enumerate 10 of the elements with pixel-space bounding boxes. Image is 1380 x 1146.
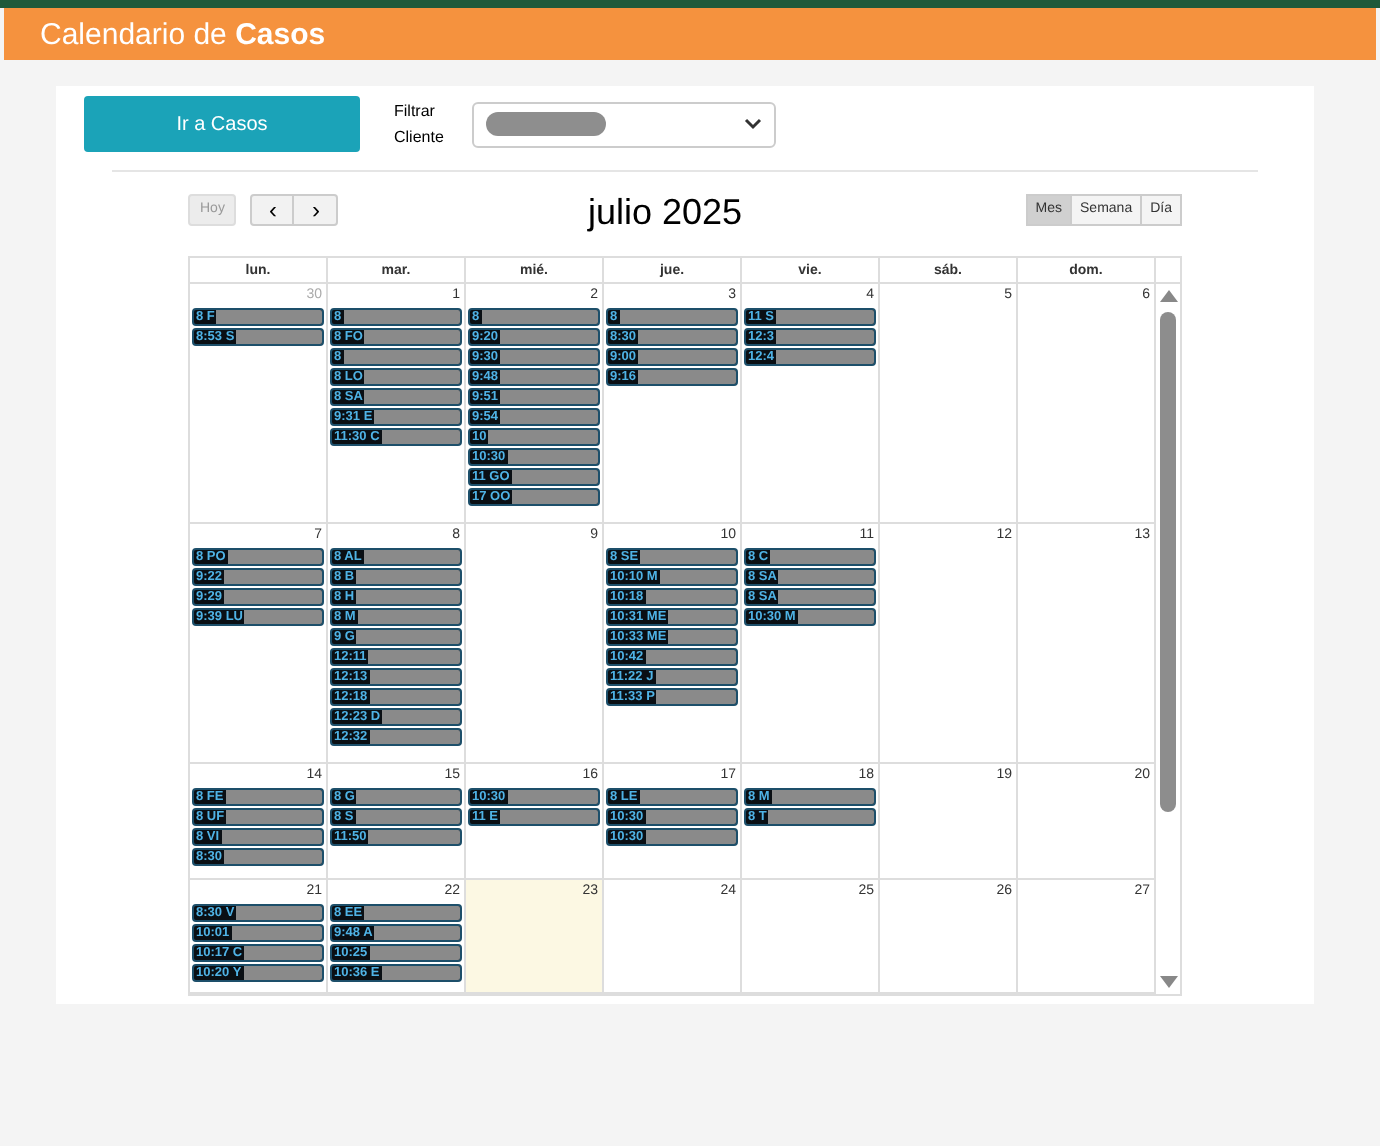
page-title: Calendario de Casos bbox=[40, 19, 326, 49]
scroll-down-icon bbox=[1160, 976, 1178, 988]
client-select[interactable] bbox=[472, 101, 776, 147]
next-button[interactable]: › bbox=[294, 194, 339, 226]
previous-button[interactable]: ‹ bbox=[250, 194, 295, 226]
scrollbar-thumb[interactable] bbox=[1160, 312, 1176, 812]
caret-icon bbox=[744, 118, 762, 130]
scroll-up-icon bbox=[1160, 290, 1178, 302]
month-title: julio 2025 bbox=[588, 190, 743, 234]
filter-label: Filtrar Cliente bbox=[394, 100, 446, 150]
